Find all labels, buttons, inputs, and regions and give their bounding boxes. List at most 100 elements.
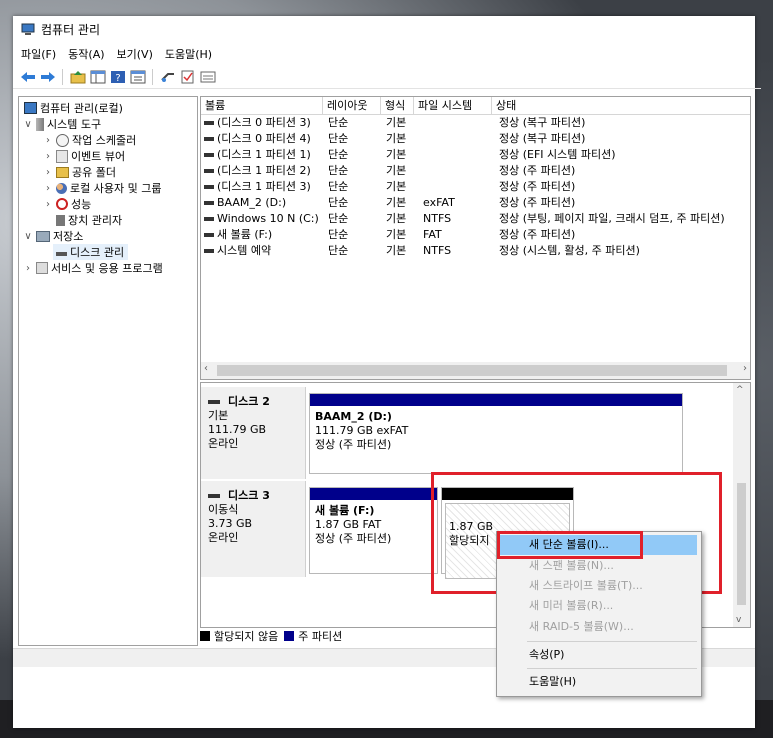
- tree-device-manager[interactable]: 장치 관리자: [53, 212, 122, 228]
- col-header-status[interactable]: 상태: [492, 97, 750, 114]
- cell-filesystem: NTFS: [423, 212, 452, 225]
- menu-file[interactable]: 파일(F): [21, 46, 56, 62]
- cell-status: 정상 (복구 파티션): [499, 132, 586, 145]
- col-header-volume[interactable]: 볼륨: [201, 97, 323, 114]
- table-row[interactable]: 새 볼륨 (F:) 단순 기본 FAT 정상 (주 파티션): [201, 227, 750, 243]
- cell-layout: 단순: [328, 228, 349, 241]
- disk3-info[interactable]: 디스크 3 이동식 3.73 GB 온라인: [201, 481, 306, 577]
- col-header-filesystem[interactable]: 파일 시스템: [414, 97, 492, 114]
- col-header-layout[interactable]: 레이아웃: [323, 97, 381, 114]
- cell-status: 정상 (주 파티션): [499, 180, 576, 193]
- computer-management-icon: [21, 23, 35, 35]
- tree-disk-management[interactable]: 디스크 관리: [53, 244, 129, 260]
- table-row[interactable]: BAAM_2 (D:) 단순 기본 exFAT 정상 (주 파티션): [201, 195, 750, 211]
- tree-shared-folders[interactable]: › 공유 폴더: [43, 164, 116, 180]
- cell-filesystem: FAT: [423, 228, 442, 241]
- tree-local-users[interactable]: › 로컬 사용자 및 그룹: [43, 180, 161, 196]
- menu-new-mirror-volume[interactable]: 새 미러 볼륨(R)...: [499, 596, 697, 616]
- volume-icon: [204, 153, 214, 157]
- console-tree-icon[interactable]: [89, 69, 106, 86]
- highlight-box-menu-item: [497, 531, 643, 559]
- cell-layout: 단순: [328, 180, 349, 193]
- menu-new-striped-volume[interactable]: 새 스트라이프 볼륨(T)...: [499, 576, 697, 596]
- cell-type: 기본: [386, 244, 407, 257]
- shared-folder-icon: [56, 166, 69, 178]
- help-icon[interactable]: ?: [109, 69, 126, 86]
- scrollbar-thumb[interactable]: [217, 365, 727, 376]
- table-row[interactable]: (디스크 1 파티션 2) 단순 기본 정상 (주 파티션): [201, 163, 750, 179]
- chevron-right-icon[interactable]: ›: [43, 151, 53, 162]
- scroll-up-icon[interactable]: ^: [736, 385, 744, 395]
- chevron-down-icon[interactable]: ∨: [23, 231, 33, 242]
- toolbar: ?: [13, 66, 761, 89]
- partition-baam2[interactable]: BAAM_2 (D:) 111.79 GB exFAT 정상 (주 파티션): [309, 393, 683, 474]
- tree-services-apps[interactable]: › 서비스 및 응용 프로그램: [23, 260, 163, 276]
- back-arrow-icon[interactable]: [19, 69, 36, 86]
- tree-event-viewer[interactable]: › 이벤트 뷰어: [43, 148, 125, 164]
- volume-list-header: 볼륨 레이아웃 형식 파일 시스템 상태: [201, 97, 750, 115]
- cell-filesystem: exFAT: [423, 196, 455, 209]
- menu-new-raid5-volume[interactable]: 새 RAID-5 볼륨(W)...: [499, 617, 697, 637]
- tree-performance[interactable]: › 성능: [43, 196, 91, 212]
- properties-icon[interactable]: [129, 69, 146, 86]
- cell-volume: (디스크 0 파티션 3): [204, 115, 311, 131]
- menu-separator: [527, 641, 697, 642]
- check-icon[interactable]: [179, 69, 196, 86]
- table-row[interactable]: (디스크 0 파티션 4) 단순 기본 정상 (복구 파티션): [201, 131, 750, 147]
- horizontal-scrollbar[interactable]: ‹ ›: [201, 362, 750, 379]
- cell-type: 기본: [386, 116, 407, 129]
- connect-icon[interactable]: [159, 69, 176, 86]
- cell-status: 정상 (주 파티션): [499, 196, 576, 209]
- up-folder-icon[interactable]: [69, 69, 86, 86]
- chevron-right-icon[interactable]: ›: [43, 167, 53, 178]
- menu-action[interactable]: 동작(A): [68, 46, 104, 62]
- menu-new-spanned-volume[interactable]: 새 스팬 볼륨(N)...: [499, 556, 697, 576]
- menu-view[interactable]: 보기(V): [117, 46, 153, 62]
- cell-layout: 단순: [328, 116, 349, 129]
- chevron-right-icon[interactable]: ›: [23, 263, 33, 274]
- cell-type: 기본: [386, 180, 407, 193]
- scrollbar-thumb[interactable]: [737, 483, 746, 605]
- scroll-right-icon[interactable]: ›: [743, 363, 747, 374]
- services-icon: [36, 262, 48, 274]
- menu-properties[interactable]: 속성(P): [499, 645, 697, 665]
- table-row[interactable]: (디스크 1 파티션 3) 단순 기본 정상 (주 파티션): [201, 179, 750, 195]
- table-row[interactable]: (디스크 0 파티션 3) 단순 기본 정상 (복구 파티션): [201, 115, 750, 131]
- partition-new-volume-f[interactable]: 새 볼륨 (F:) 1.87 GB FAT 정상 (주 파티션): [309, 487, 438, 574]
- disk2-info[interactable]: 디스크 2 기본 111.79 GB 온라인: [201, 387, 306, 479]
- chevron-right-icon[interactable]: ›: [43, 183, 53, 194]
- tree-task-scheduler[interactable]: › 작업 스케줄러: [43, 132, 136, 148]
- table-row[interactable]: Windows 10 N (C:) 단순 기본 NTFS 정상 (부팅, 페이지 파일,…: [201, 211, 750, 227]
- detail-view-icon[interactable]: [199, 69, 216, 86]
- disk-icon: [208, 494, 220, 498]
- cell-status: 정상 (주 파티션): [499, 164, 576, 177]
- cell-volume: 새 볼륨 (F:): [204, 227, 272, 243]
- table-row[interactable]: 시스템 예약 단순 기본 NTFS 정상 (시스템, 활성, 주 파티션): [201, 243, 750, 259]
- disk-icon: [56, 252, 67, 256]
- forward-arrow-icon[interactable]: [39, 69, 56, 86]
- clock-icon: [56, 133, 69, 147]
- disk-icon: [208, 400, 220, 404]
- menu-help-item[interactable]: 도움말(H): [499, 672, 697, 692]
- cell-type: 기본: [386, 228, 407, 241]
- toolbar-separator: [62, 69, 63, 85]
- tree-computer-management[interactable]: 컴퓨터 관리(로컬): [21, 100, 123, 116]
- cell-volume: (디스크 1 파티션 3): [204, 179, 311, 195]
- scroll-left-icon[interactable]: ‹: [204, 363, 208, 374]
- computer-management-icon: [24, 102, 37, 114]
- device-manager-icon: [56, 214, 65, 226]
- cell-volume: (디스크 0 파티션 4): [204, 131, 311, 147]
- cell-type: 기본: [386, 164, 407, 177]
- vertical-scrollbar[interactable]: ^ v: [733, 383, 750, 627]
- menu-help[interactable]: 도움말(H): [165, 46, 212, 62]
- chevron-right-icon[interactable]: ›: [43, 135, 53, 146]
- tree-storage[interactable]: ∨ 저장소: [23, 228, 83, 244]
- scroll-down-icon[interactable]: v: [736, 615, 741, 625]
- tree-system-tools[interactable]: ∨ 시스템 도구: [23, 116, 101, 132]
- chevron-down-icon[interactable]: ∨: [23, 119, 33, 130]
- volume-icon: [204, 249, 214, 253]
- volume-icon: [204, 137, 214, 141]
- chevron-right-icon[interactable]: ›: [43, 199, 53, 210]
- table-row[interactable]: (디스크 1 파티션 1) 단순 기본 정상 (EFI 시스템 파티션): [201, 147, 750, 163]
- col-header-type[interactable]: 형식: [381, 97, 414, 114]
